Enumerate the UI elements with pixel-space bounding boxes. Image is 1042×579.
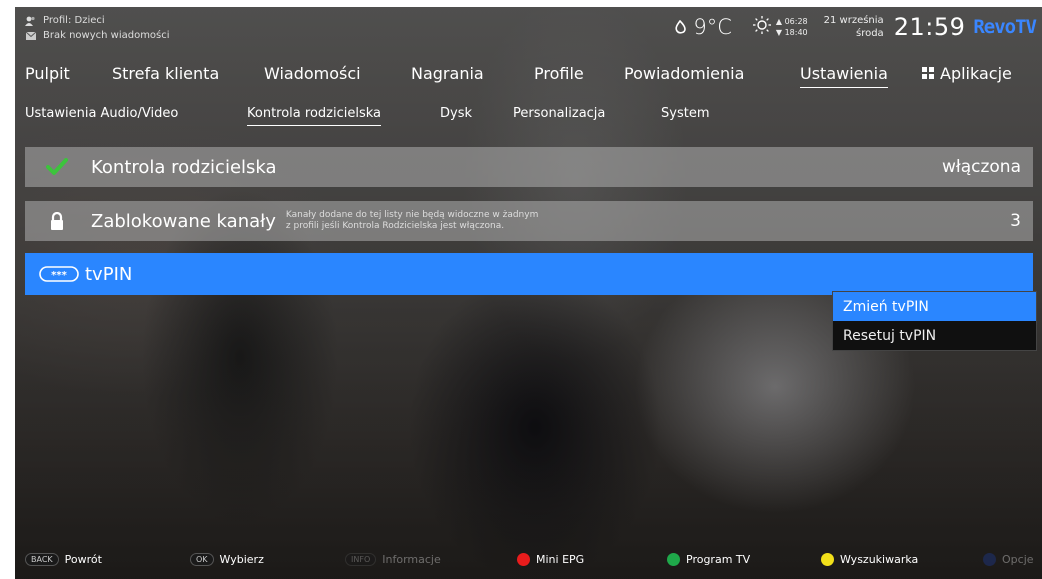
- temperature: 9°C: [693, 15, 732, 39]
- tab-profile[interactable]: Profile: [534, 64, 584, 83]
- subtab-system[interactable]: System: [661, 106, 709, 121]
- hint-label: Wybierz: [219, 553, 264, 566]
- pin-icon: ***: [37, 254, 81, 294]
- status-bar: 9°C ▲ 06:28 ▼ 18:40 21 września środa 21…: [674, 13, 1037, 41]
- subtab-personalizacja[interactable]: Personalizacja: [513, 106, 605, 121]
- weather: 9°C: [674, 15, 732, 39]
- sunrise-time: 06:28: [784, 17, 808, 26]
- tab-strefa-klienta[interactable]: Strefa klienta: [112, 64, 219, 83]
- hint-wyszukiwarka[interactable]: Wyszukiwarka: [821, 553, 918, 566]
- hint-opcje[interactable]: Opcje: [983, 553, 1034, 566]
- date-day: 21 września: [823, 15, 884, 26]
- hint-label: Informacje: [382, 553, 441, 566]
- check-icon: [37, 147, 77, 187]
- brand-logo: RevoTV: [973, 16, 1037, 38]
- yellow-button-icon: [821, 553, 834, 566]
- setting-parental-control[interactable]: Kontrola rodzicielska włączona: [25, 147, 1033, 187]
- subtab-dysk[interactable]: Dysk: [440, 106, 472, 121]
- tab-wiadomosci[interactable]: Wiadomości: [264, 64, 361, 83]
- description-line: Kanały dodane do tej listy nie będą wido…: [285, 210, 539, 220]
- messages-status: Brak nowych wiadomości: [43, 30, 170, 41]
- mail-icon: [25, 31, 36, 41]
- tab-nagrania[interactable]: Nagrania: [411, 64, 484, 83]
- hint-label: Wyszukiwarka: [840, 553, 919, 566]
- sun-icon: [752, 15, 772, 39]
- hint-mini-epg[interactable]: Mini EPG: [517, 553, 584, 566]
- pin-icon-text: ***: [51, 270, 67, 281]
- description-line: z profili jeśli Kontrola Rodzicielska je…: [285, 221, 505, 231]
- profile-icon: [25, 16, 36, 26]
- hint-label: Program TV: [686, 553, 751, 566]
- info-key-icon: INFO: [345, 553, 377, 566]
- lock-icon: [37, 201, 77, 241]
- tab-aplikacje-label: Aplikacje: [940, 64, 1012, 83]
- apps-grid-icon: [922, 64, 934, 83]
- date: 21 września środa: [824, 14, 884, 40]
- clock: 21:59: [893, 13, 966, 41]
- setting-description: Kanały dodane do tej listy nie będą wido…: [286, 210, 538, 232]
- hint-info[interactable]: INFO Informacje: [345, 553, 441, 566]
- setting-label: Zablokowane kanały: [91, 210, 276, 232]
- hint-ok[interactable]: OK Wybierz: [190, 553, 264, 566]
- tvpin-options-menu: Zmień tvPIN Resetuj tvPIN: [832, 291, 1037, 351]
- red-button-icon: [517, 553, 530, 566]
- tab-aplikacje[interactable]: Aplikacje: [922, 64, 1012, 83]
- subtab-kontrola-rodzicielska[interactable]: Kontrola rodzicielska: [247, 106, 381, 126]
- sunrise-arrow-icon: ▲: [775, 17, 783, 26]
- back-key-icon: BACK: [25, 553, 59, 566]
- date-weekday: środa: [855, 28, 884, 39]
- tab-ustawienia[interactable]: Ustawienia: [800, 64, 888, 88]
- hint-back[interactable]: BACK Powrót: [25, 553, 102, 566]
- sunset-time: 18:40: [784, 28, 808, 37]
- sun-times: ▲ 06:28 ▼ 18:40: [752, 15, 808, 39]
- profile-name: Profil: Dzieci: [43, 15, 105, 26]
- sunset-arrow-icon: ▼: [775, 28, 783, 37]
- tab-powiadomienia[interactable]: Powiadomienia: [624, 64, 744, 83]
- setting-label: Kontrola rodzicielska: [91, 156, 277, 178]
- setting-label: tvPIN: [85, 263, 133, 285]
- green-button-icon: [667, 553, 680, 566]
- menu-item-reset-tvpin[interactable]: Resetuj tvPIN: [833, 321, 1036, 350]
- hint-program-tv[interactable]: Program TV: [667, 553, 750, 566]
- weather-drop-icon: [674, 15, 687, 39]
- setting-tvpin[interactable]: *** tvPIN: [25, 253, 1033, 295]
- hint-label: Powrót: [64, 553, 102, 566]
- menu-item-change-tvpin[interactable]: Zmień tvPIN: [833, 292, 1036, 321]
- profile-status: Profil: Dzieci Brak nowych wiadomości: [25, 13, 170, 43]
- blue-button-icon: [983, 553, 996, 566]
- hint-label: Opcje: [1002, 553, 1034, 566]
- tab-pulpit[interactable]: Pulpit: [25, 64, 70, 83]
- setting-value: 3: [1010, 211, 1021, 231]
- setting-blocked-channels[interactable]: Zablokowane kanały Kanały dodane do tej …: [25, 201, 1033, 241]
- setting-value: włączona: [941, 157, 1021, 177]
- hint-label: Mini EPG: [536, 553, 585, 566]
- ok-key-icon: OK: [190, 553, 214, 566]
- tv-screen: Profil: Dzieci Brak nowych wiadomości 9°…: [15, 7, 1042, 579]
- subtab-audio-video[interactable]: Ustawienia Audio/Video: [25, 106, 178, 121]
